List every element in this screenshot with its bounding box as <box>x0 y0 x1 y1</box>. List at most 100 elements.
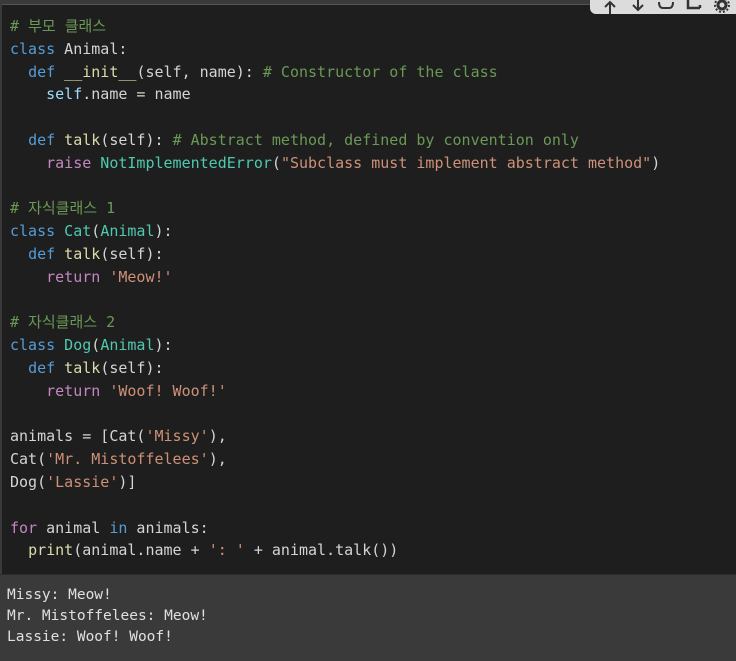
code-line: # 부모 클래스 <box>10 15 736 38</box>
code-keyword: in <box>109 518 128 537</box>
code-line: print(animal.name + ': ' + animal.talk()… <box>10 539 736 562</box>
code-line: class Animal: <box>10 38 736 61</box>
cell-toolbar <box>590 0 736 14</box>
comment-icon[interactable] <box>684 0 704 14</box>
code-text: ( <box>91 222 101 241</box>
output-line: Lassie: Woof! Woof! <box>7 629 173 645</box>
code-text: (self): <box>100 244 164 263</box>
code-keyword: return <box>46 381 101 400</box>
code-string: "Subclass must implement abstract method… <box>280 153 652 172</box>
code-line: def talk(self): <box>10 243 736 266</box>
code-function: talk <box>55 130 101 149</box>
code-text: ): <box>154 336 173 355</box>
code-line: animals = [Cat('Missy'), <box>10 425 736 448</box>
code-line: raise NotImplementedError("Subclass must… <box>10 152 736 175</box>
code-keyword: return <box>46 267 101 286</box>
code-string: 'Mr. Mistoffelees' <box>46 450 209 469</box>
code-class: Cat <box>55 222 92 241</box>
code-keyword: raise <box>46 153 92 172</box>
code-text: ( <box>91 336 101 355</box>
code-class: NotImplementedError <box>91 153 272 172</box>
code-line: # 자식클래스 2 <box>10 311 736 334</box>
code-text: animals: <box>127 518 209 537</box>
code-text: ( <box>271 153 281 172</box>
code-keyword: class <box>10 336 56 355</box>
code-class: Animal <box>100 222 155 241</box>
code-comment: # 자식클래스 1 <box>10 199 116 218</box>
notebook-cell[interactable]: # 부모 클래스 class Animal: def __init__(self… <box>0 0 736 661</box>
code-text: + animal.talk()) <box>244 541 399 560</box>
code-keyword: class <box>10 39 56 58</box>
code-function: talk <box>55 358 101 377</box>
settings-icon[interactable] <box>712 0 732 14</box>
code-text: (self): <box>100 358 164 377</box>
code-self: self <box>46 85 83 104</box>
output-line: Missy: Meow! <box>7 587 112 603</box>
code-line: def talk(self): # Abstract method, defin… <box>10 129 736 152</box>
code-comment: # Constructor of the class <box>262 62 498 81</box>
code-comment: # 부모 클래스 <box>10 17 107 35</box>
code-line: class Cat(Animal): <box>10 220 736 243</box>
code-text: (self, name): <box>136 62 263 81</box>
code-text: ), <box>208 427 227 446</box>
code-keyword: def <box>28 62 56 81</box>
code-text: .name = name <box>82 85 191 104</box>
code-line: return 'Woof! Woof!' <box>10 380 736 403</box>
code-string: ': ' <box>208 541 245 560</box>
code-line: def talk(self): <box>10 357 736 380</box>
code-function: talk <box>55 244 101 263</box>
code-class: Animal <box>100 336 155 355</box>
code-text: (animal.name + <box>73 541 209 560</box>
code-line: # 자식클래스 1 <box>10 197 736 220</box>
code-editor[interactable]: # 부모 클래스 class Animal: def __init__(self… <box>2 4 736 575</box>
code-text: )] <box>118 472 137 491</box>
code-keyword: def <box>28 130 56 149</box>
code-line: Dog('Lassie')] <box>10 471 736 494</box>
code-function: __init__ <box>55 62 137 81</box>
move-down-icon[interactable] <box>628 0 648 14</box>
code-text: animal <box>37 518 110 537</box>
code-string: 'Lassie' <box>46 472 119 491</box>
code-keyword: for <box>10 518 38 537</box>
code-keyword: class <box>10 222 56 241</box>
code-text: (self): <box>100 130 173 149</box>
cell-output: Missy: Meow! Mr. Mistoffelees: Meow! Las… <box>0 574 736 661</box>
code-comment: # 자식클래스 2 <box>10 313 116 332</box>
code-string: 'Missy' <box>145 427 209 446</box>
code-line: return 'Meow!' <box>10 266 736 289</box>
code-line: def __init__(self, name): # Constructor … <box>10 61 736 84</box>
code-string: 'Meow!' <box>100 267 173 286</box>
code-text: ): <box>154 222 173 241</box>
link-icon[interactable] <box>656 0 676 14</box>
code-line: self.name = name <box>10 83 736 106</box>
code-string: 'Woof! Woof!' <box>100 381 227 400</box>
code-text: Dog( <box>10 472 47 491</box>
code-text: Animal: <box>55 39 128 58</box>
code-comment: # Abstract method, defined by convention… <box>172 130 579 149</box>
code-class: Dog <box>55 336 92 355</box>
code-text: ) <box>651 153 661 172</box>
code-keyword: def <box>28 358 56 377</box>
code-function: print <box>28 541 74 560</box>
move-up-icon[interactable] <box>600 0 620 14</box>
code-text: ), <box>208 450 227 469</box>
code-line: Cat('Mr. Mistoffelees'), <box>10 448 736 471</box>
code-keyword: def <box>28 244 56 263</box>
code-line: for animal in animals: <box>10 517 736 540</box>
code-line: class Dog(Animal): <box>10 334 736 357</box>
code-text: animals = [Cat( <box>10 427 146 446</box>
